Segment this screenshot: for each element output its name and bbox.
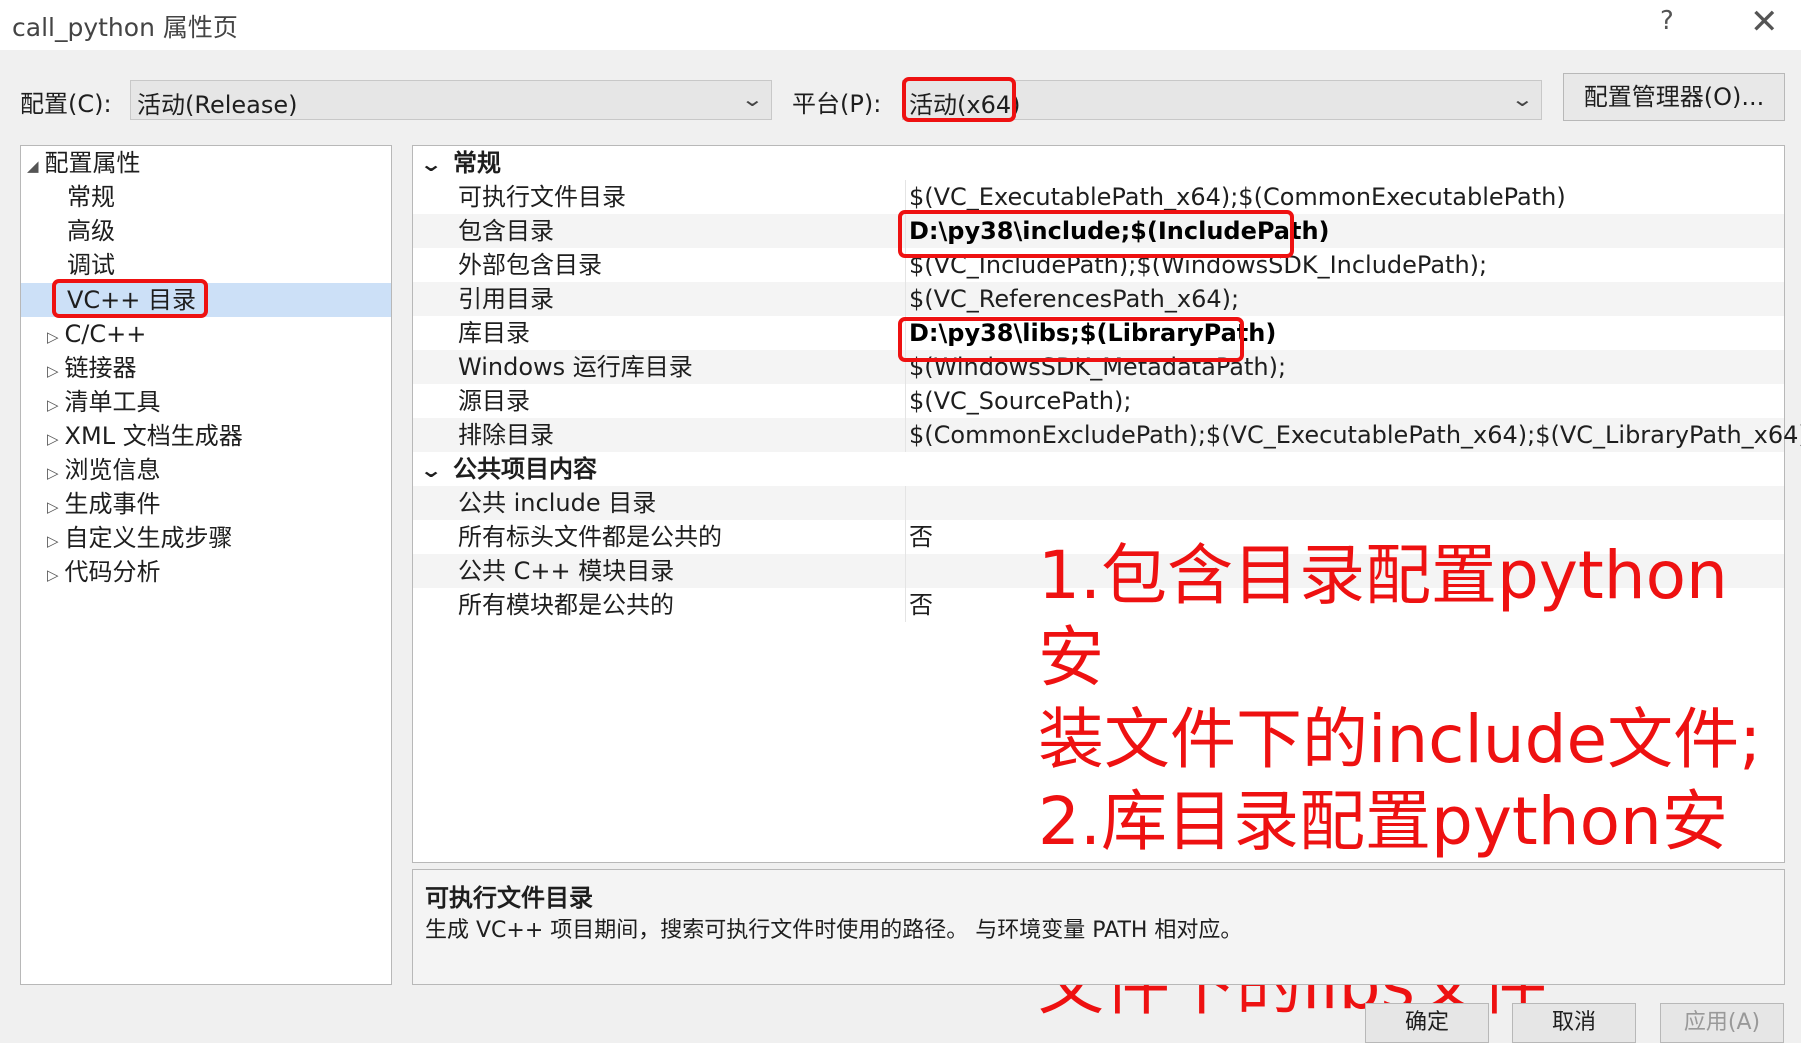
window-title: call_python 属性页 — [12, 13, 238, 42]
property-name: 可执行文件目录 — [458, 183, 626, 211]
property-value: $(VC_SourcePath); — [909, 387, 1132, 415]
chevron-down-icon: ⌄ — [419, 458, 443, 482]
annotation-line: 装文件下的include文件; — [1038, 701, 1762, 778]
chevron-down-icon: ⌄ — [419, 152, 443, 176]
property-value: $(CommonExcludePath);$(VC_ExecutablePath… — [909, 421, 1801, 449]
collapsed-triangle-icon: ▷ — [47, 362, 59, 380]
description-panel: 可执行文件目录 生成 VC++ 项目期间，搜索可执行文件时使用的路径。 与环境变… — [412, 869, 1785, 985]
collapsed-triangle-icon: ▷ — [47, 532, 59, 550]
property-name: Windows 运行库目录 — [458, 353, 693, 381]
section-header-general[interactable]: ⌄ 常规 — [413, 146, 1784, 180]
expanded-triangle-icon: ◢ — [27, 157, 39, 175]
property-row[interactable]: 公共 include 目录 — [413, 486, 1784, 520]
annotation-line: 1.包含目录配置python安 — [1038, 537, 1728, 696]
highlight-box-include-dir — [898, 210, 1294, 258]
tree-group-cpp[interactable]: ▷ C/C++ — [47, 317, 146, 351]
property-row[interactable]: 排除目录 $(CommonExcludePath);$(VC_Executabl… — [413, 418, 1801, 452]
tree-root-config-properties[interactable]: ◢ 配置属性 — [27, 146, 141, 180]
description-text: 生成 VC++ 项目期间，搜索可执行文件时使用的路径。 与环境变量 PATH 相… — [425, 918, 1243, 943]
tree-group-linker[interactable]: ▷ 链接器 — [47, 351, 137, 385]
property-name: 包含目录 — [458, 217, 554, 245]
tree-root-label: 配置属性 — [44, 149, 141, 177]
tree-group-build-events[interactable]: ▷ 生成事件 — [47, 487, 161, 521]
config-manager-button[interactable]: 配置管理器(O)... — [1563, 73, 1785, 121]
tree-item-advanced[interactable]: 高级 — [67, 214, 115, 248]
property-value: $(VC_ExecutablePath_x64);$(CommonExecuta… — [909, 183, 1566, 211]
tree-group-xml-doc[interactable]: ▷ XML 文档生成器 — [47, 419, 243, 453]
collapsed-triangle-icon: ▷ — [47, 566, 59, 584]
description-title: 可执行文件目录 — [425, 884, 593, 912]
property-value: $(VC_ReferencesPath_x64); — [909, 285, 1240, 313]
collapsed-triangle-icon: ▷ — [47, 498, 59, 516]
platform-label: 平台(P): — [792, 90, 882, 118]
apply-button[interactable]: 应用(A) — [1660, 1003, 1784, 1043]
chevron-down-icon: ⌄ — [740, 87, 765, 111]
property-name: 外部包含目录 — [458, 251, 602, 279]
property-name: 排除目录 — [458, 421, 554, 449]
config-dropdown[interactable]: 活动(Release) ⌄ — [130, 80, 772, 120]
tree-group-label: 生成事件 — [64, 490, 161, 518]
config-label: 配置(C): — [20, 90, 112, 118]
property-name: 引用目录 — [458, 285, 554, 313]
property-name: 所有模块都是公共的 — [458, 591, 674, 619]
property-value: 否 — [909, 591, 933, 619]
section-header-public-content[interactable]: ⌄ 公共项目内容 — [413, 452, 1784, 486]
tree-item-debugging[interactable]: 调试 — [67, 248, 115, 282]
property-name: 源目录 — [458, 387, 530, 415]
tree-group-label: 自定义生成步骤 — [64, 524, 233, 552]
highlight-box-vc-directories — [52, 279, 208, 318]
tree-group-label: 代码分析 — [64, 558, 161, 586]
property-name: 库目录 — [458, 319, 530, 347]
property-value: 否 — [909, 523, 933, 551]
tree-group-label: 清单工具 — [64, 388, 161, 416]
config-value: 活动(Release) — [137, 91, 298, 119]
highlight-box-platform — [902, 77, 1016, 122]
collapsed-triangle-icon: ▷ — [47, 430, 59, 448]
property-name: 所有标头文件都是公共的 — [458, 523, 722, 551]
tree-group-label: C/C++ — [64, 320, 147, 348]
section-title: 公共项目内容 — [453, 455, 597, 483]
chevron-down-icon: ⌄ — [1510, 87, 1535, 111]
tree-group-label: 链接器 — [64, 354, 137, 382]
property-tree: ◢ 配置属性 常规 高级 调试 VC++ 目录 ▷ C/C++ ▷ 链接器 ▷ 清单工具… — [20, 145, 392, 985]
collapsed-triangle-icon: ▷ — [47, 396, 59, 414]
property-row[interactable]: 源目录 $(VC_SourcePath); — [413, 384, 1784, 418]
cancel-button[interactable]: 取消 — [1512, 1003, 1636, 1043]
property-name: 公共 include 目录 — [458, 489, 657, 517]
collapsed-triangle-icon: ▷ — [47, 328, 59, 346]
tree-group-manifest-tool[interactable]: ▷ 清单工具 — [47, 385, 161, 419]
tree-group-code-analysis[interactable]: ▷ 代码分析 — [47, 555, 161, 589]
section-title: 常规 — [453, 149, 501, 177]
property-row[interactable]: 可执行文件目录 $(VC_ExecutablePath_x64);$(Commo… — [413, 180, 1784, 214]
tree-group-label: 浏览信息 — [64, 456, 161, 484]
property-name: 公共 C++ 模块目录 — [458, 557, 675, 585]
tree-group-label: XML 文档生成器 — [64, 422, 243, 450]
tree-item-general[interactable]: 常规 — [67, 180, 115, 214]
tree-group-browse-info[interactable]: ▷ 浏览信息 — [47, 453, 161, 487]
help-button[interactable]: ? — [1660, 6, 1674, 36]
highlight-box-library-dir — [898, 317, 1244, 362]
close-button[interactable]: ✕ — [1750, 2, 1779, 42]
collapsed-triangle-icon: ▷ — [47, 464, 59, 482]
tree-group-custom-build[interactable]: ▷ 自定义生成步骤 — [47, 521, 233, 555]
title-bar: call_python 属性页 ? ✕ — [0, 0, 1801, 50]
property-row[interactable]: 引用目录 $(VC_ReferencesPath_x64); — [413, 282, 1784, 316]
ok-button[interactable]: 确定 — [1365, 1003, 1489, 1043]
